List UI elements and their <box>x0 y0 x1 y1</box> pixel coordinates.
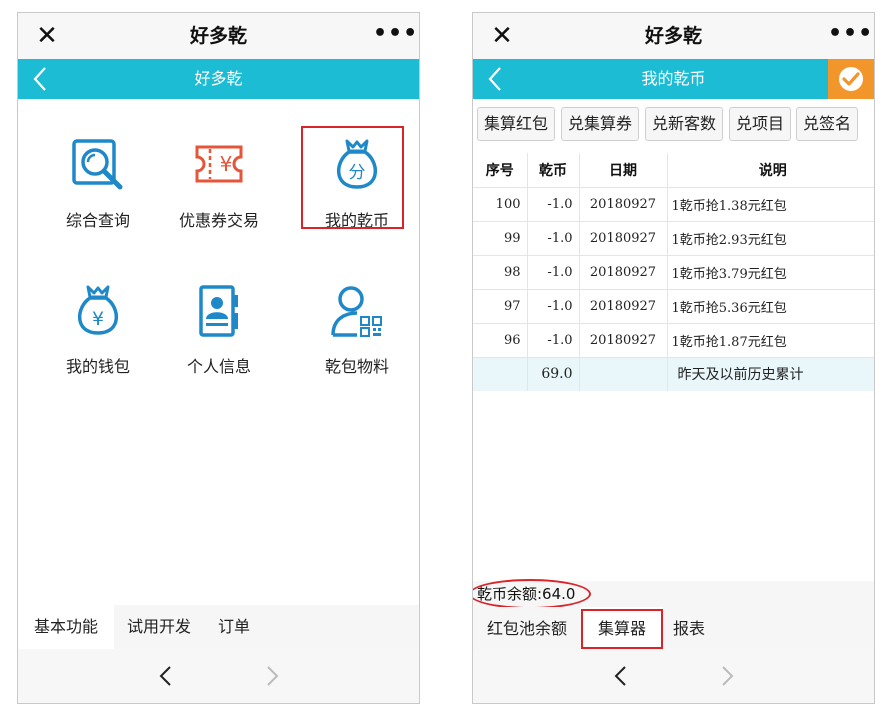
table-row: 98 -1.0 20180927 1乾币抢3.79元红包 <box>473 254 874 289</box>
app-navbar: 我的乾币 <box>473 59 874 99</box>
cell-coin: -1.0 <box>527 220 580 255</box>
browser-back-icon[interactable] <box>603 661 639 691</box>
cell-date: 20180927 <box>579 186 668 221</box>
cell-no: 97 <box>473 288 528 323</box>
cell-coin: -1.0 <box>527 288 580 323</box>
tab-redpacket-pool[interactable]: 红包池余额 <box>477 607 577 651</box>
tile-profile[interactable]: 个人信息 <box>159 267 279 387</box>
browser-nav-bar <box>473 649 874 703</box>
browser-nav-bar <box>18 649 419 703</box>
tile-label: 个人信息 <box>186 357 251 376</box>
tab-trial-dev[interactable]: 试用开发 <box>114 605 204 649</box>
tile-label: 我的钱包 <box>65 357 130 376</box>
cell-no <box>473 356 528 391</box>
tile-label: 综合查询 <box>65 211 130 230</box>
window-titlebar: ✕ 好多乾 ••• <box>18 13 419 59</box>
tab-orders[interactable]: 订单 <box>204 605 264 649</box>
highlight-box <box>301 126 404 229</box>
tab-reports[interactable]: 报表 <box>663 607 715 651</box>
redeem-new-customers-button[interactable]: 兑新客数 <box>645 107 723 141</box>
col-header-coin: 乾币 <box>527 153 580 187</box>
svg-text:¥: ¥ <box>220 152 233 176</box>
table-row: 97 -1.0 20180927 1乾币抢5.36元红包 <box>473 288 874 323</box>
money-bag-yuan-icon: ¥ <box>77 285 119 335</box>
cell-date <box>579 356 668 391</box>
confirm-button[interactable] <box>828 59 874 99</box>
app-navbar: 好多乾 <box>18 59 419 99</box>
id-card-icon <box>199 285 238 337</box>
redeem-calc-coupon-button[interactable]: 兑集算券 <box>561 107 639 141</box>
highlight-box <box>581 609 663 649</box>
table-header-row: 序号 乾币 日期 说明 <box>473 153 874 187</box>
action-button-row: 集算红包 兑集算券 兑新客数 兑项目 兑签名 <box>473 99 874 151</box>
browser-forward-icon[interactable] <box>254 661 290 691</box>
table-row: 99 -1.0 20180927 1乾币抢2.93元红包 <box>473 220 874 255</box>
cell-coin: -1.0 <box>527 254 580 289</box>
tab-basic[interactable]: 基本功能 <box>18 605 114 649</box>
person-qr-icon <box>331 286 382 337</box>
cell-desc: 1乾币抢2.93元红包 <box>667 220 874 255</box>
svg-text:¥: ¥ <box>92 308 104 330</box>
cell-date: 20180927 <box>579 288 668 323</box>
magnifier-icon <box>72 139 123 190</box>
window-titlebar: ✕ 好多乾 ••• <box>473 13 874 59</box>
cell-coin-total: 69.0 <box>527 356 580 391</box>
cell-no: 96 <box>473 322 528 357</box>
window-title: 好多乾 <box>189 25 247 47</box>
tile-coupon-trade[interactable]: ¥ 优惠券交易 <box>159 121 279 241</box>
check-circle-icon <box>839 67 863 91</box>
cell-desc: 1乾币抢1.38元红包 <box>667 186 874 221</box>
cell-coin: -1.0 <box>527 186 580 221</box>
tile-label: 优惠券交易 <box>178 211 259 230</box>
page-title: 好多乾 <box>194 69 243 88</box>
more-menu-icon[interactable]: ••• <box>373 19 417 53</box>
cell-no: 99 <box>473 220 528 255</box>
table-row: 100 -1.0 20180927 1乾币抢1.38元红包 <box>473 186 874 221</box>
redeem-project-button[interactable]: 兑项目 <box>729 107 791 141</box>
cell-date: 20180927 <box>579 220 668 255</box>
more-menu-icon[interactable]: ••• <box>828 19 872 53</box>
bottom-tabs: 基本功能 试用开发 订单 <box>18 605 419 649</box>
window-title: 好多乾 <box>644 25 702 47</box>
coupon-ticket-icon: ¥ <box>195 145 243 183</box>
bottom-tabs: 红包池余额 集算器 报表 <box>473 607 874 651</box>
cell-coin: -1.0 <box>527 322 580 357</box>
table-row: 96 -1.0 20180927 1乾币抢1.87元红包 <box>473 322 874 357</box>
cell-desc: 1乾币抢5.36元红包 <box>667 288 874 323</box>
tile-label: 乾包物料 <box>324 357 389 376</box>
browser-back-icon[interactable] <box>148 661 184 691</box>
cell-no: 100 <box>473 186 528 221</box>
summary-row: 69.0 昨天及以前历史累计 <box>473 356 874 391</box>
col-header-no: 序号 <box>473 153 528 187</box>
coin-ledger-table: 序号 乾币 日期 说明 100 -1.0 20180927 1乾币抢1.38元红… <box>473 153 874 391</box>
highlight-oval <box>473 579 591 609</box>
tile-materials[interactable]: 乾包物料 <box>297 267 417 387</box>
cell-desc: 1乾币抢1.87元红包 <box>667 322 874 357</box>
cell-desc-total: 昨天及以前历史累计 <box>667 356 874 391</box>
redeem-signature-button[interactable]: 兑签名 <box>796 107 858 141</box>
home-screen: ✕ 好多乾 ••• 好多乾 综合查询 ¥ 优惠券交易 分 我的乾币 ¥ 我的钱包… <box>17 12 420 704</box>
browser-forward-icon[interactable] <box>709 661 745 691</box>
my-coins-screen: ✕ 好多乾 ••• 我的乾币 集算红包 兑集算券 兑新客数 兑项目 兑签名 序号… <box>472 12 875 704</box>
cell-date: 20180927 <box>579 254 668 289</box>
col-header-date: 日期 <box>579 153 668 187</box>
cell-desc: 1乾币抢3.79元红包 <box>667 254 874 289</box>
tile-query[interactable]: 综合查询 <box>38 121 158 241</box>
cell-date: 20180927 <box>579 322 668 357</box>
cell-no: 98 <box>473 254 528 289</box>
calc-redpacket-button[interactable]: 集算红包 <box>477 107 555 141</box>
page-title: 我的乾币 <box>641 69 706 88</box>
tile-wallet[interactable]: ¥ 我的钱包 <box>38 267 158 387</box>
col-header-desc: 说明 <box>758 162 787 179</box>
